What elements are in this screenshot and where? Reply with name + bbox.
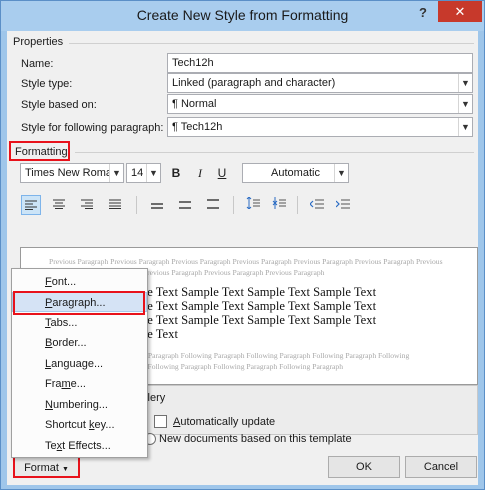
- bold-button[interactable]: B: [167, 163, 185, 183]
- dialog-window: Create New Style from Formatting ? ✕ Pro…: [0, 0, 485, 490]
- align-right-icon[interactable]: [77, 195, 97, 215]
- align-left-icon[interactable]: [21, 195, 41, 215]
- name-label: Name:: [21, 58, 54, 70]
- cancel-button[interactable]: Cancel: [405, 456, 477, 478]
- name-field[interactable]: Tech12h: [167, 53, 473, 73]
- size-select[interactable]: 14 ▼: [126, 163, 161, 183]
- toolbar-separator: [233, 196, 234, 214]
- format-button-label: Format: [24, 462, 59, 474]
- chevron-down-icon[interactable]: ▼: [334, 164, 348, 182]
- properties-divider: [69, 43, 474, 44]
- title-bar[interactable]: Create New Style from Formatting ? ✕: [1, 1, 484, 31]
- increase-indent-icon[interactable]: [333, 195, 353, 215]
- toolbar-separator: [136, 196, 137, 214]
- size-value: 14: [131, 167, 144, 179]
- justify-icon[interactable]: [105, 195, 125, 215]
- properties-heading: Properties: [13, 36, 64, 48]
- dropdown-arrow-icon: ▼: [61, 466, 69, 473]
- font-color-select[interactable]: Automatic ▼: [242, 163, 349, 183]
- menu-item-tabs[interactable]: Tabs...: [12, 313, 147, 333]
- chevron-down-icon[interactable]: ▼: [146, 164, 160, 182]
- ok-button[interactable]: OK: [328, 456, 400, 478]
- decrease-paragraph-spacing-icon[interactable]: [269, 195, 289, 215]
- style-type-value: Linked (paragraph and character): [172, 77, 336, 89]
- auto-update-checkbox[interactable]: [154, 415, 167, 428]
- menu-item-shortcut-key[interactable]: Shortcut key...: [12, 415, 147, 435]
- format-button[interactable]: Format ▼: [13, 456, 80, 478]
- toolbar-separator: [297, 196, 298, 214]
- font-color-value: Automatic: [271, 167, 320, 179]
- one-half-spacing-icon[interactable]: [175, 195, 195, 215]
- formatting-divider: [75, 152, 474, 153]
- double-spacing-icon[interactable]: [203, 195, 223, 215]
- menu-item-numbering[interactable]: Numbering...: [12, 395, 147, 415]
- menu-item-font[interactable]: Font...: [12, 272, 147, 292]
- based-on-select[interactable]: ¶ Normal ▼: [167, 94, 473, 114]
- chevron-down-icon[interactable]: ▼: [458, 118, 472, 136]
- formatting-highlight: [9, 141, 70, 161]
- chevron-down-icon[interactable]: ▼: [458, 95, 472, 113]
- chevron-down-icon[interactable]: ▼: [109, 164, 123, 182]
- based-on-value: ¶ Normal: [172, 98, 217, 110]
- menu-item-text-effects[interactable]: Text Effects...: [12, 436, 147, 456]
- help-button[interactable]: ?: [412, 3, 434, 23]
- new-docs-label: New documents based on this template: [159, 433, 352, 445]
- align-center-icon[interactable]: [49, 195, 69, 215]
- close-button[interactable]: ✕: [438, 1, 482, 22]
- italic-button[interactable]: I: [191, 163, 209, 183]
- style-type-label: Style type:: [21, 78, 73, 90]
- single-spacing-icon[interactable]: [147, 195, 167, 215]
- paragraph-highlight: [13, 291, 145, 315]
- menu-item-frame[interactable]: Frame...: [12, 374, 147, 394]
- based-on-label: Style based on:: [21, 99, 97, 111]
- following-style-value: ¶ Tech12h: [172, 121, 223, 133]
- following-style-select[interactable]: ¶ Tech12h ▼: [167, 117, 473, 137]
- font-value: Times New Roman: [25, 167, 119, 179]
- font-select[interactable]: Times New Roman ▼: [20, 163, 124, 183]
- following-style-label: Style for following paragraph:: [21, 122, 164, 134]
- menu-item-border[interactable]: Border...: [12, 333, 147, 353]
- preview-previous-line: Previous Paragraph Previous Paragraph Pr…: [49, 257, 443, 266]
- style-type-select[interactable]: Linked (paragraph and character) ▼: [167, 73, 473, 93]
- close-icon: ✕: [454, 4, 466, 19]
- increase-paragraph-spacing-icon[interactable]: [243, 195, 263, 215]
- menu-item-language[interactable]: Language...: [12, 354, 147, 374]
- auto-update-label: Automatically update: [173, 416, 276, 428]
- underline-button[interactable]: U: [213, 163, 231, 183]
- chevron-down-icon[interactable]: ▼: [458, 74, 472, 92]
- decrease-indent-icon[interactable]: [307, 195, 327, 215]
